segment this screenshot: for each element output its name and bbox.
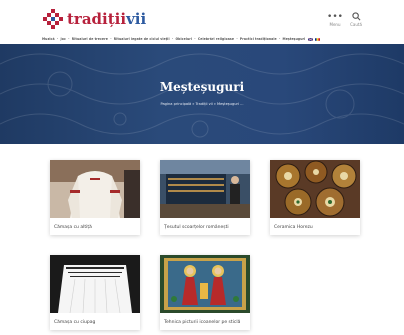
- nav-separator: •: [67, 37, 70, 41]
- card-image-tesutul-scoartelor: [160, 160, 250, 218]
- nav-separator: •: [56, 37, 59, 41]
- search-button[interactable]: Caută: [346, 12, 366, 27]
- nav-separator: •: [171, 37, 174, 41]
- craft-card[interactable]: Cămașa cu ciupag: [50, 255, 140, 330]
- card-title[interactable]: Tehnica picturii icoanelor pe sticlă: [164, 320, 240, 325]
- card-image-camasa-altita: [50, 160, 140, 218]
- nav-item-joc[interactable]: Joc: [61, 37, 66, 41]
- nav-item-ritualuri-ciclul-vietii[interactable]: Ritualuri legate de ciclul vieții: [114, 37, 170, 41]
- search-label: Caută: [350, 22, 362, 27]
- breadcrumb: Pagina principală»Tradiții vii»Meșteșugu…: [160, 102, 244, 106]
- craft-card[interactable]: Țesutul scoarțelor românești: [160, 160, 250, 235]
- card-title[interactable]: Cămașa cu ciupag: [54, 320, 95, 325]
- nav-separator: •: [194, 37, 196, 41]
- menu-dots-icon: •••: [327, 12, 343, 22]
- page-hero: Meșteșuguri Pagina principală»Tradiții v…: [0, 44, 404, 144]
- nav-item-ritualuri-trecere[interactable]: Ritualuri de trecere: [72, 37, 108, 41]
- page-title: Meșteșuguri: [159, 80, 245, 94]
- nav-item-celebrari-religioase[interactable]: Celebrări religioase: [198, 37, 234, 41]
- card-title[interactable]: Țesutul scoarțelor românești: [164, 225, 229, 230]
- breadcrumb-parent[interactable]: Tradiții vii: [195, 102, 212, 106]
- nav-separator: •: [236, 37, 238, 41]
- menu-button[interactable]: ••• Menu: [325, 12, 345, 27]
- search-icon: [346, 12, 366, 22]
- craft-card[interactable]: Ceramica Horezu: [270, 160, 360, 235]
- hero-pattern: [0, 53, 404, 138]
- logo-text-part2: vii: [126, 10, 147, 28]
- nav-item-practici-traditionale[interactable]: Practici tradiționale: [240, 37, 277, 41]
- flag-uk-icon[interactable]: [308, 37, 314, 41]
- card-image-icoane-sticla: [160, 255, 250, 313]
- site-header: tradițiivii ••• Menu Caută: [0, 0, 404, 33]
- craft-card[interactable]: Tehnica picturii icoanelor pe sticlă: [160, 255, 250, 330]
- nav-item-obiceiuri[interactable]: Obiceiuri: [175, 37, 192, 41]
- logo-text: tradițiivii: [67, 10, 146, 28]
- site-logo[interactable]: tradițiivii: [42, 8, 146, 30]
- card-title[interactable]: Ceramica Horezu: [274, 225, 313, 230]
- logo-text-part1: tradiții: [67, 10, 127, 28]
- menu-label: Menu: [329, 22, 341, 27]
- nav-item-muzica[interactable]: Muzică: [42, 37, 55, 41]
- card-image-ceramica-horezu: [270, 160, 360, 218]
- card-image-camasa-ciupag: [50, 255, 140, 313]
- logo-mark-icon: [43, 9, 63, 29]
- main-nav: Muzică • Joc • Ritualuri de trecere • Ritua…: [42, 36, 372, 42]
- nav-item-mestesuguri[interactable]: Meșteșuguri: [283, 37, 306, 41]
- craft-card[interactable]: Cămașa cu altiță: [50, 160, 140, 235]
- flag-ro-icon[interactable]: [315, 37, 321, 41]
- breadcrumb-home[interactable]: Pagina principală: [160, 102, 191, 106]
- nav-separator: •: [278, 37, 281, 41]
- breadcrumb-current: Meșteșuguri ...: [216, 102, 244, 106]
- nav-separator: •: [109, 37, 112, 41]
- card-title[interactable]: Cămașa cu altiță: [54, 225, 92, 230]
